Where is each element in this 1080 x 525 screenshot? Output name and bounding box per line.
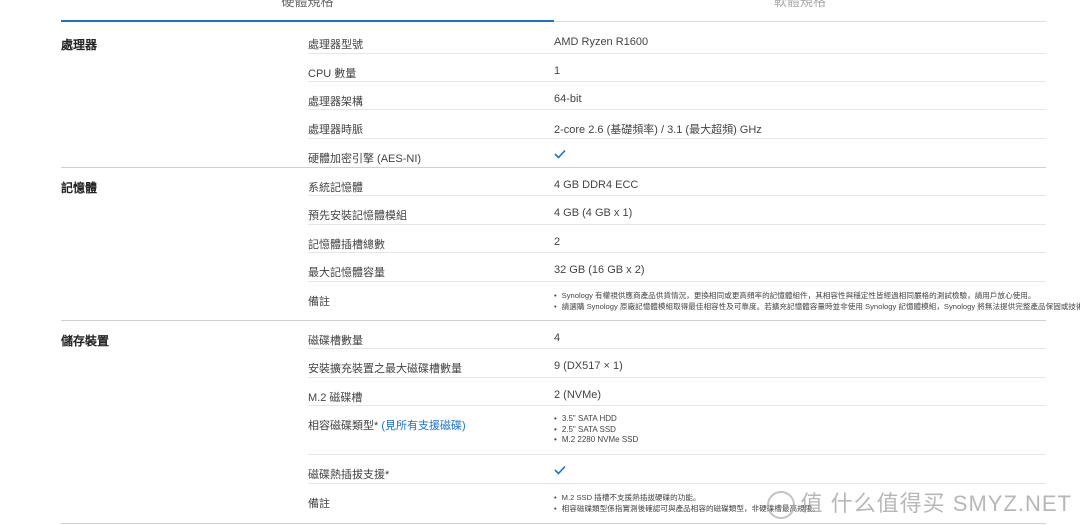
row-label: 處理器架構 <box>308 96 363 108</box>
row-label: 預先安裝記憶體模組 <box>308 210 407 222</box>
spec-table: 處理器 處理器型號 AMD Ryzen R1600 CPU 數量 1 處理器架構… <box>61 25 1080 524</box>
row-value: 9 (DX517 × 1) <box>554 360 623 372</box>
row-label: 磁碟槽數量 <box>308 335 363 347</box>
spec-tabs: 硬體規格 軟體規格 <box>61 0 1046 22</box>
table-row: 處理器型號 AMD Ryzen R1600 <box>308 25 1046 54</box>
row-value: 4 <box>554 332 561 344</box>
table-row: 處理器架構 64-bit <box>308 82 1046 110</box>
tab-hardware-spec[interactable]: 硬體規格 <box>61 0 554 13</box>
list-item: M.2 2280 NVMe SSD <box>554 435 638 446</box>
row-label: 磁碟熱插拔支援* <box>308 469 390 481</box>
row-value: 2-core 2.6 (基礎頻率) / 3.1 (最大超頻) GHz <box>554 124 762 136</box>
row-label: 備註 <box>308 296 330 308</box>
row-value: 32 GB (16 GB x 2) <box>554 264 645 276</box>
row-value: 4 GB DDR4 ECC <box>554 179 639 191</box>
table-row: 磁碟熱插拔支援* <box>308 455 1046 484</box>
see-all-drives-link[interactable]: (見所有支援磁碟) <box>381 420 465 432</box>
check-icon <box>554 149 566 159</box>
row-value: 4 GB (4 GB x 1) <box>554 207 633 219</box>
table-row: CPU 數量 1 <box>308 54 1046 82</box>
table-row: 安裝擴充裝置之最大磁碟槽數量 9 (DX517 × 1) <box>308 349 1046 378</box>
row-label: 相容磁碟類型* (見所有支援磁碟) <box>308 417 466 433</box>
tab-software-spec[interactable]: 軟體規格 <box>554 0 1046 13</box>
row-label: CPU 數量 <box>308 68 357 80</box>
table-row: 記憶體插槽總數 2 <box>308 225 1046 253</box>
section-processor: 處理器 處理器型號 AMD Ryzen R1600 CPU 數量 1 處理器架構… <box>61 25 1046 168</box>
row-label: M.2 磁碟槽 <box>308 392 363 404</box>
row-label: 安裝擴充裝置之最大磁碟槽數量 <box>308 363 462 375</box>
row-value: 2 (NVMe) <box>554 389 602 401</box>
row-label-text: 相容磁碟類型* <box>308 420 379 432</box>
list-item: Synology 有權視供應商產品供貨情況，更換相同或更高頻率的記憶體組件，其相… <box>554 290 1080 301</box>
row-label: 記憶體插槽總數 <box>308 239 385 251</box>
section-divider <box>61 523 1046 524</box>
row-label: 處理器型號 <box>308 39 363 51</box>
check-icon <box>554 465 566 475</box>
note-list: Synology 有權視供應商產品供貨情況，更換相同或更高頻率的記憶體組件，其相… <box>554 290 1080 312</box>
list-item: 3.5" SATA HDD <box>554 414 638 425</box>
row-value: AMD Ryzen R1600 <box>554 36 649 48</box>
list-item: 2.5" SATA SSD <box>554 425 638 436</box>
watermark-text: 值 什么值得买 SMYZ.NET <box>800 490 1072 516</box>
list-item: 請選購 Synology 原廠記憶體模組取得最佳相容性及可靠度。若擴充記憶體容量… <box>554 301 1080 312</box>
watermark-logo-icon <box>766 491 795 519</box>
table-row: M.2 磁碟槽 2 (NVMe) <box>308 378 1046 406</box>
table-row: 預先安裝記憶體模組 4 GB (4 GB x 1) <box>308 196 1046 225</box>
section-memory: 記憶體 系統記憶體 4 GB DDR4 ECC 預先安裝記憶體模組 4 GB (… <box>61 168 1080 321</box>
row-label: 處理器時脈 <box>308 124 363 136</box>
row-value: 2 <box>554 236 561 248</box>
table-row: 最大記憶體容量 32 GB (16 GB x 2) <box>308 253 1046 282</box>
row-value: 64-bit <box>554 93 582 105</box>
table-row: 相容磁碟類型* (見所有支援磁碟) 3.5" SATA HDD 2.5" SAT… <box>308 406 1046 455</box>
table-row: 系統記憶體 4 GB DDR4 ECC <box>308 168 1046 196</box>
watermark: 值 什么值得买 SMYZ.NET <box>766 486 1072 519</box>
table-row: 硬體加密引擎 (AES-NI) <box>308 139 1046 167</box>
section-title-memory: 記憶體 <box>61 181 98 195</box>
row-label: 最大記憶體容量 <box>308 267 385 279</box>
row-label: 備註 <box>308 498 330 510</box>
table-row: 備註 Synology 有權視供應商產品供貨情況，更換相同或更高頻率的記憶體組件… <box>308 282 1080 320</box>
table-row: 處理器時脈 2-core 2.6 (基礎頻率) / 3.1 (最大超頻) GHz <box>308 110 1046 139</box>
row-label: 硬體加密引擎 (AES-NI) <box>308 153 422 165</box>
drive-type-list: 3.5" SATA HDD 2.5" SATA SSD M.2 2280 NVM… <box>554 414 638 446</box>
section-title-processor: 處理器 <box>61 38 98 52</box>
row-label: 系統記憶體 <box>308 182 363 194</box>
active-tab-indicator <box>61 20 554 22</box>
row-value: 1 <box>554 65 561 77</box>
table-row: 磁碟槽數量 4 <box>308 321 1046 349</box>
section-title-storage: 儲存裝置 <box>61 334 110 348</box>
